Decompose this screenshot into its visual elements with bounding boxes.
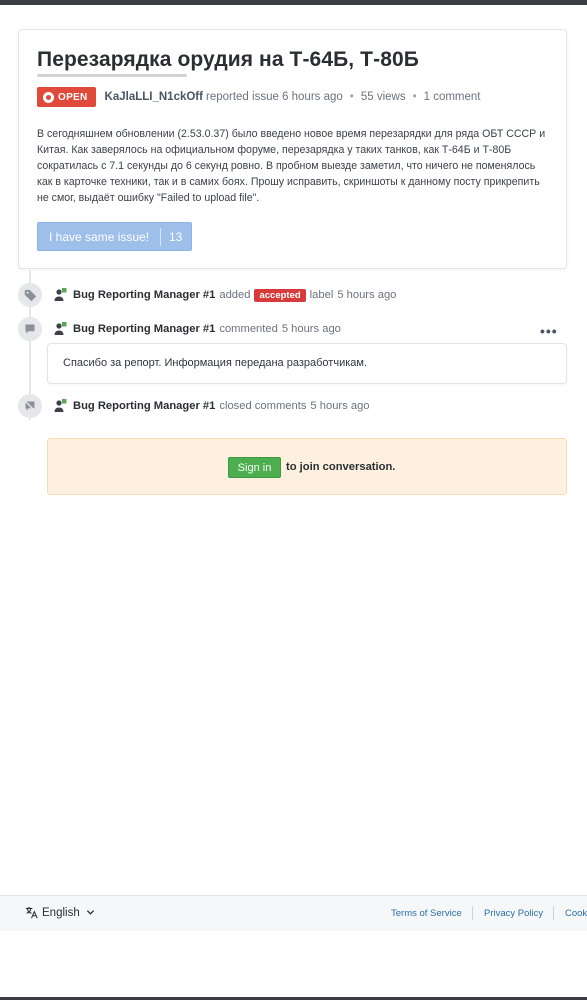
tag-icon xyxy=(18,283,42,307)
reported-text: reported issue 6 hours ago xyxy=(205,91,343,103)
meta-separator: • xyxy=(349,91,354,103)
footer-separator xyxy=(472,906,473,920)
top-bar xyxy=(0,0,587,5)
footer: English Terms of Service Privacy Policy … xyxy=(0,895,587,931)
comment-text: Спасибо за репорт. Информация передана р… xyxy=(63,357,367,369)
timeline-time: 5 hours ago xyxy=(281,323,341,335)
translate-icon xyxy=(25,906,38,919)
avatar xyxy=(53,399,67,413)
more-options-icon[interactable]: ••• xyxy=(540,323,558,339)
title-underline xyxy=(37,74,187,77)
same-issue-button[interactable]: I have same issue! 13 xyxy=(37,222,192,251)
timeline-event-closed-comments: Bug Reporting Manager #1 closed comments… xyxy=(53,397,370,415)
issue-card: Перезарядка орудия на Т-64Б, Т-80Б OPEN … xyxy=(18,29,567,269)
timeline-action: closed comments xyxy=(219,400,307,412)
footer-separator xyxy=(553,906,554,920)
accepted-label[interactable]: accepted xyxy=(254,288,306,302)
timeline-suffix: label xyxy=(309,289,334,301)
same-issue-label: I have same issue! xyxy=(49,229,150,244)
language-label: English xyxy=(42,906,80,919)
views-count: 55 views xyxy=(360,91,406,103)
avatar xyxy=(53,322,67,336)
chevron-down-icon xyxy=(86,910,94,915)
status-badge-label: OPEN xyxy=(58,91,88,103)
comment-icon xyxy=(18,317,42,341)
timeline-user[interactable]: Bug Reporting Manager #1 xyxy=(73,289,215,301)
issue-description: В сегодняшнем обновлении (2.53.0.37) был… xyxy=(37,128,546,204)
comment-body: Спасибо за репорт. Информация передана р… xyxy=(47,343,567,384)
cookies-link[interactable]: Cook xyxy=(565,908,587,919)
terms-link[interactable]: Terms of Service xyxy=(391,908,462,919)
comments-count: 1 comment xyxy=(423,91,481,103)
status-badge: OPEN xyxy=(37,87,96,107)
timeline-user[interactable]: Bug Reporting Manager #1 xyxy=(73,400,215,412)
timeline-time: 5 hours ago xyxy=(310,400,370,412)
signin-text: to join conversation. xyxy=(286,461,396,473)
meta-separator: • xyxy=(412,91,417,103)
author-link[interactable]: KaJlaLLI_N1ckOff xyxy=(105,91,203,103)
timeline-event-commented: Bug Reporting Manager #1 commented 5 hou… xyxy=(53,320,341,338)
timeline-action: commented xyxy=(219,323,278,335)
signin-notice: Sign in to join conversation. xyxy=(47,438,567,495)
issue-title: Перезарядка орудия на Т-64Б, Т-80Б xyxy=(37,48,419,71)
issue-meta: OPEN KaJlaLLI_N1ckOff reported issue 6 h… xyxy=(37,87,481,107)
comments-closed-icon xyxy=(18,394,42,418)
timeline-event-label-added: Bug Reporting Manager #1 added accepted … xyxy=(53,286,396,304)
timeline-time: 5 hours ago xyxy=(337,289,397,301)
bug-icon xyxy=(43,91,54,103)
privacy-link[interactable]: Privacy Policy xyxy=(484,908,543,919)
timeline-user[interactable]: Bug Reporting Manager #1 xyxy=(73,323,215,335)
same-issue-count: 13 xyxy=(169,229,183,244)
avatar xyxy=(53,288,67,302)
language-selector[interactable]: English xyxy=(25,906,95,919)
timeline-action: added xyxy=(219,289,251,301)
sign-in-button[interactable]: Sign in xyxy=(228,457,281,478)
